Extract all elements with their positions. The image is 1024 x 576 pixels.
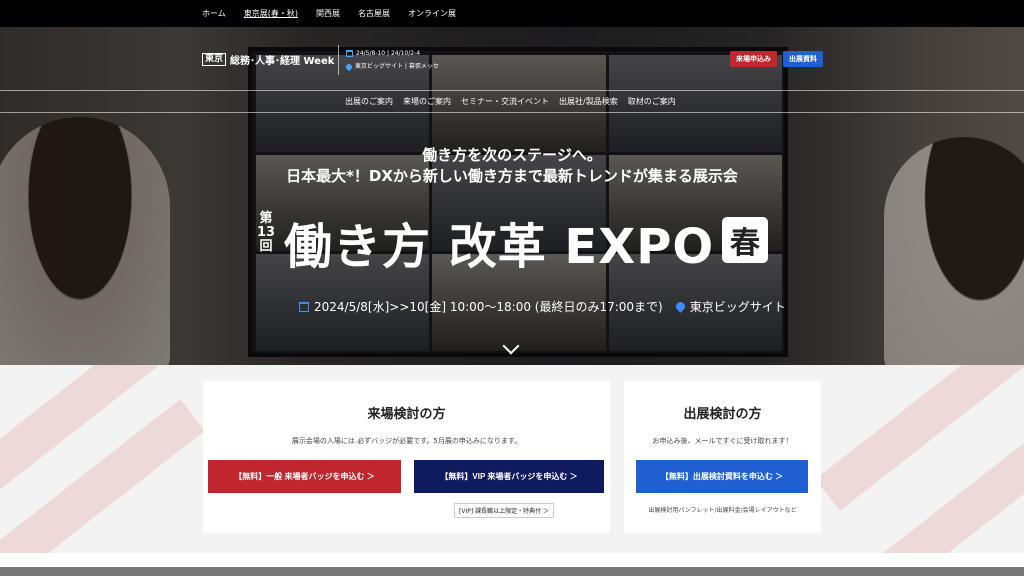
brand-divider: [338, 45, 339, 75]
brand-region-box: 東京: [202, 53, 227, 66]
event-venues: 東京ビッグサイト | 幕張メッセ: [355, 63, 439, 70]
topnav-item-kansai[interactable]: 関西展: [316, 8, 340, 19]
expo-date-line: 2024/5/8[水]>>10[金] 10:00～18:00 (最終日のみ17:…: [299, 298, 786, 315]
cta-section: 来場検討の方 展示会場の入場には 必ずバッジが必要です。5月展の申込みになります…: [0, 365, 1024, 576]
event-dates: 24/5/8-10 | 24/10/2-4: [356, 50, 421, 57]
top-nav: ホーム 東京展(春・秋) 関西展 名古屋展 オンライン展: [0, 0, 1024, 27]
bottom-spacer: [0, 553, 1024, 567]
vip-info-link[interactable]: [VIP] 課長職以上限定・特典付 ＞: [454, 503, 554, 518]
header-divider-bottom: [0, 112, 1024, 113]
season-badge: 春: [722, 217, 768, 263]
exhibit-docs-button[interactable]: 出展資料: [783, 51, 823, 67]
hero: 東京 総務･人事･経理 Week 24/5/8-10 | 24/10/2-4 東…: [0, 27, 1024, 365]
topnav-item-home[interactable]: ホーム: [202, 8, 226, 19]
menu-item-press[interactable]: 取材のご案内: [628, 96, 676, 107]
event-info: 24/5/8-10 | 24/10/2-4 東京ビッグサイト | 幕張メッセ: [344, 47, 439, 73]
expo-title: 働き方 改革 EXPO: [284, 219, 715, 275]
visit-card: 来場検討の方 展示会場の入場には 必ずバッジが必要です。5月展の申込みになります…: [203, 381, 610, 533]
exhibit-card: 出展検討の方 お申込み後、メールですぐに受け取れます！ 【無料】出展検討資料を申…: [624, 381, 821, 533]
exhibit-docs-request-button[interactable]: 【無料】出展検討資料を申込む ＞: [636, 460, 808, 493]
visit-apply-button[interactable]: 来場申込み: [730, 51, 777, 67]
menu-item-visit-info[interactable]: 来場のご案内: [403, 96, 451, 107]
menu-item-exhibit-info[interactable]: 出展のご案内: [345, 96, 393, 107]
location-pin-icon: [344, 62, 354, 71]
exhibit-card-footnote: 出展検討用パンフレット/出展料金/会場レイアウトなど: [648, 507, 797, 514]
header-divider-top: [0, 90, 1024, 91]
brand-name: 総務･人事･経理 Week: [230, 56, 335, 67]
topnav-item-tokyo[interactable]: 東京展(春・秋): [244, 8, 298, 19]
vip-badge-button[interactable]: 【無料】VIP 来場者バッジを申込む ＞: [414, 460, 604, 493]
expo-date: 2024/5/8[水]>>10[金] 10:00～18:00 (最終日のみ17:…: [314, 300, 663, 314]
hero-tagline-1: 働き方を次のステージへ。: [422, 146, 602, 164]
general-badge-button[interactable]: 【無料】一般 来場者バッジを申込む ＞: [208, 460, 401, 493]
site-brand[interactable]: 東京 総務･人事･経理 Week: [202, 52, 334, 67]
hero-tagline-2: 日本最大*！DXから新しい働き方まで最新トレンドが集まる展示会: [286, 167, 738, 185]
calendar-icon: [346, 50, 353, 57]
location-pin-icon: [673, 300, 687, 313]
topnav-item-nagoya[interactable]: 名古屋展: [358, 8, 390, 19]
main-menu: 出展のご案内 来場のご案内 セミナー・交流イベント 出展社/製品検索 取材のご案…: [345, 96, 676, 107]
menu-item-exhibitor-search[interactable]: 出展社/製品検索: [559, 96, 618, 107]
edition-number: 第13回: [256, 211, 276, 254]
bottom-bar: [0, 567, 1024, 576]
expo-venue: 東京ビッグサイト: [689, 300, 786, 314]
topnav-item-online[interactable]: オンライン展: [408, 8, 456, 19]
exhibit-card-note: お申込み後、メールですぐに受け取れます！: [652, 437, 793, 445]
menu-item-seminars[interactable]: セミナー・交流イベント: [461, 96, 549, 107]
visit-card-title: 来場検討の方: [367, 407, 446, 422]
calendar-icon: [299, 301, 309, 312]
visit-card-note: 展示会場の入場には 必ずバッジが必要です。5月展の申込みになります。: [291, 437, 522, 445]
exhibit-card-title: 出展検討の方: [683, 407, 762, 422]
